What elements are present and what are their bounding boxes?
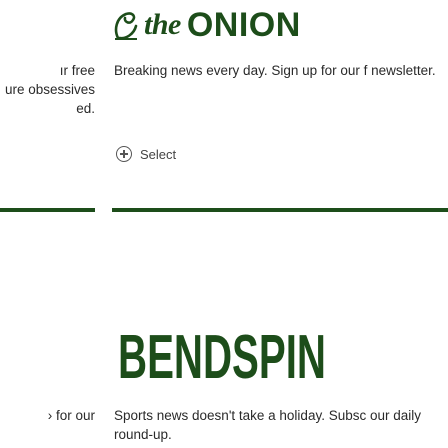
onion-mark-icon	[114, 12, 138, 40]
left-newsletter-column: ır free ure obsessives ed. › for our	[0, 0, 95, 448]
newsletter-column: the ONION Breaking news every day. Sign …	[112, 0, 448, 448]
logo-onion-text: ONION	[186, 5, 301, 44]
left-desc-line-2: ure obsessives	[4, 82, 95, 97]
left-desc-line-3: ed.	[76, 101, 95, 116]
section-divider	[112, 208, 448, 212]
left-description-1: ır free ure obsessives ed.	[0, 61, 95, 118]
left-divider	[0, 208, 95, 212]
the-onion-logo: the ONION	[112, 4, 301, 46]
left-desc-line-1: ır free	[59, 63, 95, 78]
plus-circle-icon	[116, 146, 132, 162]
benders-newsletter-description: Sports news doesn't take a holiday. Subs…	[114, 408, 421, 442]
select-label: Select	[140, 146, 177, 162]
left-description-2: › for our	[47, 408, 95, 423]
logo-the-text: the	[144, 8, 181, 41]
benders-logo-text: BENDSPIN	[118, 323, 326, 384]
select-onion-newsletter-button[interactable]: Select	[116, 146, 176, 162]
onion-newsletter-description: Breaking news every day. Sign up for our…	[114, 63, 436, 78]
benders-logo: BENDSPIN	[118, 323, 326, 384]
